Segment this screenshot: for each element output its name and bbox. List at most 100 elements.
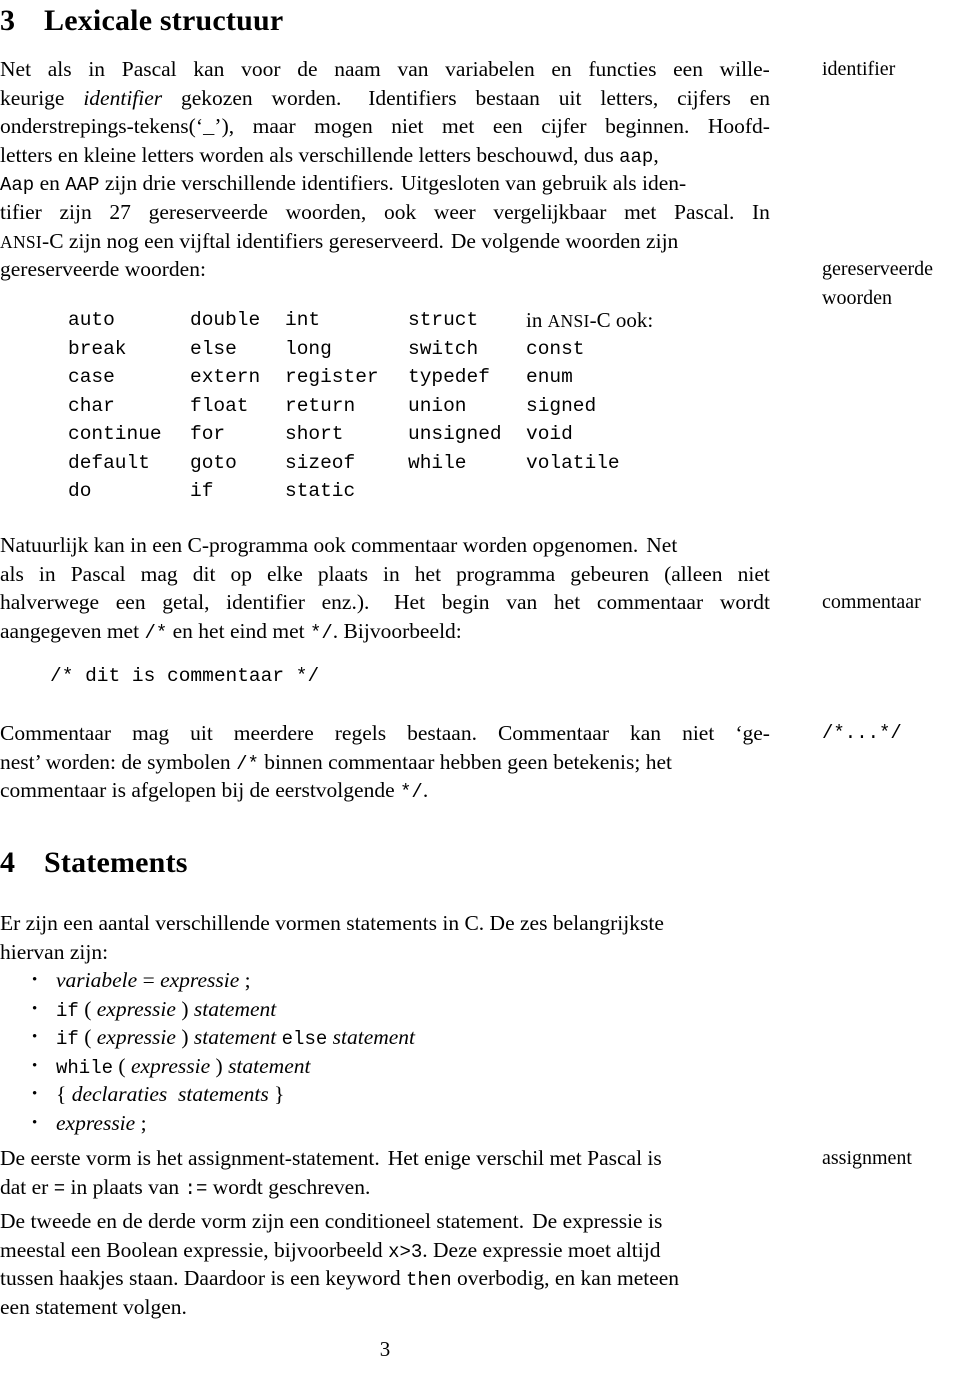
statement-form-4: { declaraties statements }	[56, 1080, 284, 1109]
text-line: Natuurlijk kan in een C-programma ook co…	[0, 531, 770, 560]
token: (	[78, 996, 97, 1021]
word: Het	[394, 590, 426, 615]
keyword-cell: const	[526, 337, 585, 360]
word: elke	[266, 561, 303, 586]
word: kan	[193, 57, 225, 81]
word: Pascal	[70, 561, 126, 586]
word: Identifiers	[368, 85, 457, 110]
word: vergelijkbaar	[493, 199, 607, 224]
sentence-fragment: De tweede en de derde vorm zijn een cond…	[0, 1209, 525, 1233]
margin-note-commentaar: commentaar	[822, 591, 921, 613]
text-line: Er zijn een aantal verschillende vormen …	[0, 911, 664, 935]
word: met	[624, 199, 657, 224]
token: =	[137, 968, 161, 992]
keyword-cell: long	[285, 337, 332, 360]
sentence-fragment: en	[34, 171, 66, 196]
bullet-icon: •	[32, 1086, 38, 1103]
word: identifier	[226, 590, 305, 615]
keyword-row: auto double int struct in ANSI-C ook:	[68, 306, 686, 335]
code-literal: then	[405, 1269, 452, 1292]
word: woorden,	[285, 199, 367, 224]
paragraph-assignment: De eerste vorm is het assignment-stateme…	[0, 1144, 770, 1201]
token: ;	[239, 968, 251, 992]
label-suffix: -C ook:	[589, 308, 654, 332]
keyword-cell: int	[285, 309, 321, 331]
token: variabele	[56, 968, 138, 992]
text-line: commentaar is afgelopen bij de eerstvolg…	[0, 776, 770, 805]
keyword-cell: union	[408, 394, 467, 417]
keyword-row: char float return union signed	[68, 392, 686, 421]
list-item: • if ( expressie ) statement else stateme…	[32, 1023, 415, 1052]
section-title: Statements	[44, 846, 188, 879]
word: mogen	[314, 114, 373, 139]
keyword-cell: switch	[408, 337, 479, 360]
token: (	[78, 1025, 97, 1050]
keyword-cell: float	[190, 394, 249, 417]
word: mag	[132, 721, 170, 745]
quote-close: ’),	[214, 114, 235, 139]
keyword-cell: char	[68, 394, 115, 417]
token: statement	[193, 996, 277, 1021]
list-item: • if ( expressie ) statement	[32, 995, 415, 1024]
token: expressie	[56, 1110, 136, 1135]
document-page: 3 Lexicale structuur identifier Net als i…	[0, 0, 960, 1384]
word: uit	[190, 721, 213, 745]
text-line: Commentaar mag uit meerdere regels besta…	[0, 719, 770, 748]
sentence-fragment: De eerste vorm is het assignment-stateme…	[0, 1146, 380, 1170]
keyword-cell: void	[526, 423, 573, 445]
word: van	[397, 57, 429, 81]
sentence-fragment: gereserveerde woorden:	[0, 257, 206, 282]
margin-note-line: gereserveerde	[822, 258, 934, 280]
token: )	[175, 1025, 194, 1050]
text-line: als in Pascal mag dit op elke plaats in …	[0, 560, 770, 589]
code-comment-example: /* dit is commentaar */	[50, 665, 320, 687]
word: niet	[391, 114, 424, 139]
keyword-cell: do	[68, 480, 92, 502]
text-line: dat er = in plaats van := wordt geschrev…	[0, 1173, 770, 1202]
word: cijfers	[677, 85, 731, 110]
token: }	[268, 1082, 285, 1107]
paragraph-comment-nesting: Commentaar mag uit meerdere regels besta…	[0, 719, 770, 805]
statement-form-3: while ( expressie ) statement	[56, 1052, 310, 1083]
token: statement	[193, 1025, 277, 1050]
statement-form-0: variabele = expressie ;	[56, 966, 251, 995]
sentence-fragment: in plaats van	[65, 1174, 185, 1199]
word: keurige	[0, 85, 65, 110]
token: )	[210, 1053, 229, 1078]
text-line: hiervan zijn:	[0, 939, 109, 964]
keyword-cell: continue	[68, 423, 162, 445]
word-group: onderstrepings-tekens(‘_’),	[0, 112, 234, 141]
word: In	[752, 199, 770, 224]
keyword-cell: break	[68, 337, 127, 360]
word: beginnen.	[605, 114, 690, 139]
keyword-cell: sizeof	[285, 451, 356, 474]
word: onderstrepings-tekens	[0, 114, 189, 139]
word: ook	[383, 199, 417, 224]
margin-note-identifier: identifier	[822, 58, 896, 80]
keyword-row: break else long switch const	[68, 335, 686, 364]
code-literal: */	[400, 781, 423, 804]
word: en	[551, 57, 572, 81]
keyword-cell: signed	[526, 394, 597, 417]
word: gebeuren	[570, 561, 650, 586]
word: gereserveerde	[148, 199, 268, 224]
smallcaps-ansi: ANSI	[547, 311, 590, 331]
word: van	[506, 590, 538, 615]
keyword-cell: static	[285, 480, 356, 502]
word: 27	[109, 199, 131, 224]
word: Net	[0, 57, 32, 81]
word: naam	[334, 57, 381, 81]
code-literal: /*	[144, 621, 168, 644]
text-line: onderstrepings-tekens(‘_’), maar mogen n…	[0, 112, 770, 141]
margin-note-comment-syntax: /*...*/	[822, 722, 902, 744]
sentence-fragment: wordt geschreven.	[207, 1174, 371, 1199]
word: Pascal	[121, 57, 177, 81]
keyword-row: case extern register typedef enum	[68, 363, 686, 392]
sentence-fragment: overbodig, en kan meteen	[451, 1266, 680, 1291]
statement-form-5: expressie ;	[56, 1109, 147, 1138]
paragraph-statements-intro: Er zijn een aantal verschillende vormen …	[0, 909, 770, 966]
word: als	[0, 561, 24, 586]
word: dit	[192, 561, 216, 586]
word: het	[414, 561, 442, 586]
